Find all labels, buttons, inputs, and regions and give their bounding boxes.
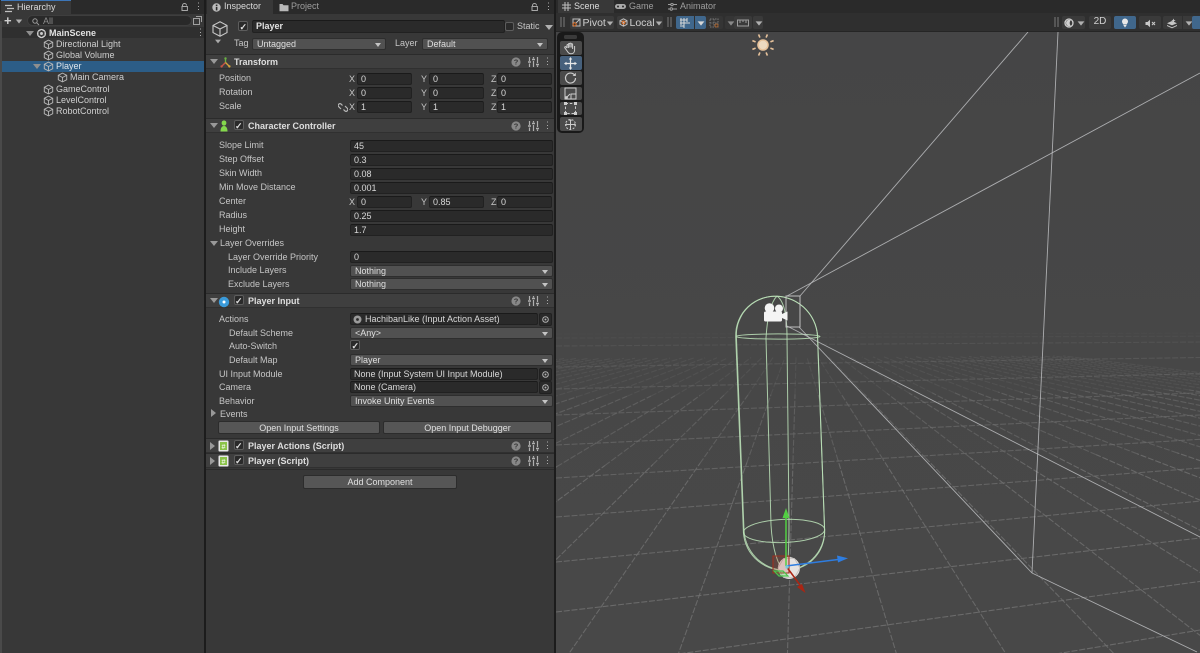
svg-text:#: # xyxy=(221,444,225,452)
svg-text:?: ? xyxy=(514,122,519,131)
svg-text:?: ? xyxy=(514,58,519,67)
svg-text:?: ? xyxy=(514,442,519,451)
svg-text:#: # xyxy=(221,459,225,467)
svg-text:?: ? xyxy=(514,457,519,466)
svg-text:?: ? xyxy=(514,297,519,306)
